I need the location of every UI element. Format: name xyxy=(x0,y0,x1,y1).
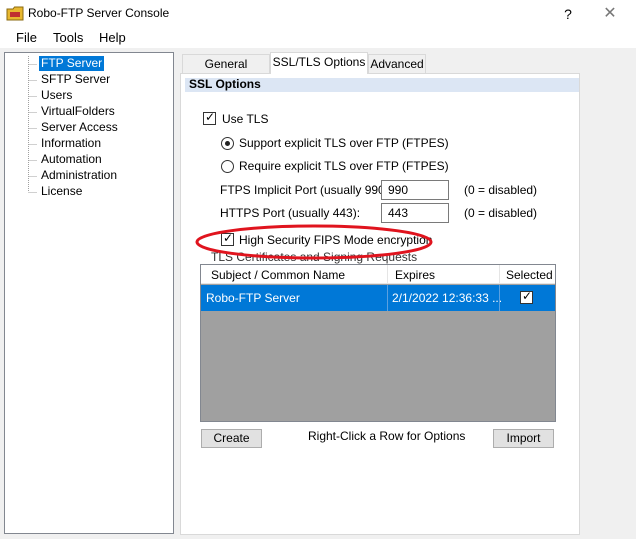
menu-tools[interactable]: Tools xyxy=(53,30,83,45)
navigation-tree[interactable]: FTP Server SFTP Server Users VirtualFold… xyxy=(4,52,174,534)
help-icon[interactable]: ? xyxy=(558,4,578,24)
close-icon[interactable]: ✕ xyxy=(598,4,622,24)
tab-general-settings[interactable]: General Settings xyxy=(182,54,270,89)
menu-help[interactable]: Help xyxy=(99,30,126,45)
tree-item-ftp-server[interactable]: FTP Server xyxy=(39,56,105,71)
tree-item-automation[interactable]: Automation xyxy=(39,152,104,167)
tab-advanced[interactable]: Advanced xyxy=(368,54,426,74)
checkmark-icon: ✓ xyxy=(205,110,216,124)
red-highlight-ellipse xyxy=(195,224,433,260)
support-explicit-tls-radio[interactable] xyxy=(221,137,234,150)
column-subject[interactable]: Subject / Common Name xyxy=(211,268,345,282)
ftps-implicit-port-label: FTPS Implicit Port (usually 990): xyxy=(220,183,393,197)
https-port-label: HTTPS Port (usually 443): xyxy=(220,206,361,220)
tree-item-users[interactable]: Users xyxy=(39,88,74,103)
use-tls-checkbox[interactable]: ✓ xyxy=(203,110,216,125)
tree-item-information[interactable]: Information xyxy=(39,136,103,151)
window-title: Robo-FTP Server Console xyxy=(28,6,170,20)
https-port-hint: (0 = disabled) xyxy=(464,206,538,220)
tree-item-license[interactable]: License xyxy=(39,184,84,199)
use-tls-label: Use TLS xyxy=(222,112,269,126)
cell-divider xyxy=(499,285,500,311)
ftps-implicit-port-input[interactable]: 990 xyxy=(381,180,449,200)
cell-subject: Robo-FTP Server xyxy=(206,291,300,305)
robo-ftp-app-icon xyxy=(6,6,24,21)
cell-divider xyxy=(387,285,388,311)
table-header: Subject / Common Name Expires Selected xyxy=(201,265,555,284)
tree-item-administration[interactable]: Administration xyxy=(39,168,119,183)
tree-item-server-access[interactable]: Server Access xyxy=(39,120,120,135)
selected-checkbox[interactable]: ✓ xyxy=(520,289,533,304)
menu-file[interactable]: File xyxy=(16,30,37,45)
checkmark-icon: ✓ xyxy=(522,289,533,303)
right-click-hint: Right-Click a Row for Options xyxy=(308,429,466,443)
ssl-options-header: SSL Options xyxy=(189,77,261,91)
cell-expires: 2/1/2022 12:36:33 ... xyxy=(392,291,503,305)
column-divider xyxy=(499,265,500,284)
tab-ssl-tls-options[interactable]: SSL/TLS Options xyxy=(270,52,368,74)
column-selected[interactable]: Selected xyxy=(506,268,553,282)
tree-item-virtualfolders[interactable]: VirtualFolders xyxy=(39,104,117,119)
column-divider xyxy=(387,265,388,284)
https-port-input[interactable]: 443 xyxy=(381,203,449,223)
column-expires[interactable]: Expires xyxy=(395,268,435,282)
create-button[interactable]: Create xyxy=(201,429,262,448)
support-explicit-tls-label: Support explicit TLS over FTP (FTPES) xyxy=(239,136,449,150)
menu-bar: File Tools Help xyxy=(0,28,636,48)
ftps-port-hint: (0 = disabled) xyxy=(464,183,538,197)
tree-item-sftp-server[interactable]: SFTP Server xyxy=(39,72,112,87)
table-row[interactable]: Robo-FTP Server 2/1/2022 12:36:33 ... ✓ xyxy=(201,285,555,311)
require-explicit-tls-radio[interactable] xyxy=(221,160,234,173)
require-explicit-tls-label: Require explicit TLS over FTP (FTPES) xyxy=(239,159,449,173)
radio-selected-dot xyxy=(225,141,230,146)
import-button[interactable]: Import xyxy=(493,429,554,448)
